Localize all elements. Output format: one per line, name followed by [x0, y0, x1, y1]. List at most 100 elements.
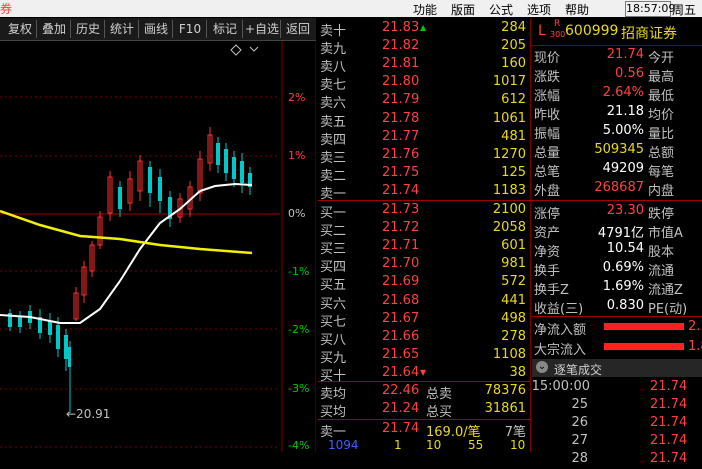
- buy-volume: 441: [501, 292, 526, 308]
- buy-price: 21.69: [382, 274, 420, 290]
- buy-row[interactable]: 买七 21.67 498: [318, 310, 530, 330]
- quote-value: 23.30: [606, 203, 644, 218]
- chevron-down-icon[interactable]: ⌄: [536, 361, 548, 373]
- quote-label-right: 最低: [648, 89, 675, 104]
- sell-row[interactable]: 卖四 21.77 481: [318, 128, 530, 148]
- quote-row: 涨停 23.30 跌停: [532, 202, 702, 222]
- quote-label: 振幅: [534, 127, 561, 142]
- sell-price: 21.74: [382, 182, 420, 198]
- add-watchlist-button[interactable]: +自选: [244, 20, 281, 38]
- buy-price: 21.66: [382, 328, 420, 344]
- chart-canvas: [0, 41, 316, 452]
- quote-label: 资产: [534, 226, 561, 241]
- net-inflow-row: 净流入额 2.1: [534, 319, 702, 338]
- sell-price: 21.80: [382, 74, 420, 90]
- buy-volume: 2100: [492, 202, 526, 217]
- restore-rights-button[interactable]: 复权: [4, 20, 37, 38]
- quote-label: 净资: [534, 245, 561, 260]
- tick-row: 28 21.74: [532, 450, 702, 469]
- quote-value: 0.56: [615, 66, 644, 81]
- quote-value: 10.54: [606, 241, 644, 256]
- sell-row[interactable]: 卖七 21.80 1017: [318, 73, 530, 93]
- quote-row: 总量 509345 总额: [532, 141, 702, 161]
- queue-detail-row: 1094 1 10 55 10: [328, 438, 526, 452]
- sell-price: 21.75: [382, 164, 420, 180]
- price-chart[interactable]: 2% 1% 0% -1% -2% -3% -4% ←20.91: [0, 41, 316, 452]
- buy-row[interactable]: 买二 21.72 2058: [318, 219, 530, 239]
- sell-row[interactable]: 卖五 21.78 1061: [318, 110, 530, 130]
- sell-row[interactable]: 卖九 21.82 205: [318, 37, 530, 57]
- chart-toolbar: 券 复权 叠加 历史 统计 画线 F10 标记 +自选 返回: [0, 2, 316, 41]
- quote-value: 0.830: [606, 298, 644, 313]
- buy-row[interactable]: 买九 21.65 1108: [318, 346, 530, 366]
- pct-label: 1%: [288, 149, 306, 162]
- menu-layout[interactable]: 版面: [451, 1, 475, 18]
- buy-price: 21.71: [382, 238, 420, 254]
- quote-value: 2.64%: [602, 85, 644, 100]
- flag-l: L: [538, 23, 546, 39]
- tick-time: 25: [571, 397, 588, 412]
- sell-row[interactable]: 卖三 21.76 1270: [318, 146, 530, 166]
- back-button[interactable]: 返回: [282, 20, 314, 38]
- buy-volume: 2058: [492, 220, 526, 236]
- buy-row[interactable]: 买十 21.64 38 ▼: [318, 364, 530, 384]
- buy-row[interactable]: 买三 21.71 601: [318, 237, 530, 257]
- statistics-button[interactable]: 统计: [106, 20, 139, 38]
- menu-help[interactable]: 帮助: [565, 1, 589, 18]
- inflow-bar: [604, 343, 684, 350]
- buy-row[interactable]: 买五 21.69 572: [318, 273, 530, 293]
- tick-row: 27 21.74: [532, 432, 702, 451]
- quote-value: 21.18: [606, 104, 644, 119]
- overlay-button[interactable]: 叠加: [38, 20, 71, 38]
- pct-label: -3%: [288, 382, 310, 395]
- buy-row[interactable]: 买四 21.70 981: [318, 255, 530, 275]
- menu-options[interactable]: 选项: [527, 1, 551, 18]
- buy-row[interactable]: 买六 21.68 441: [318, 292, 530, 312]
- buy-volume: 572: [501, 274, 526, 290]
- sell-row[interactable]: 卖六 21.79 612: [318, 91, 530, 111]
- stock-header: L R 300 600999 招商证券: [532, 19, 702, 45]
- quote-row: 外盘 268687 内盘: [532, 179, 702, 199]
- sell-row[interactable]: 卖八 21.81 160: [318, 55, 530, 75]
- buy-volume: 38: [509, 364, 526, 380]
- tick-row: 25 21.74: [532, 396, 702, 415]
- draw-line-button[interactable]: 画线: [140, 20, 173, 38]
- sell-row[interactable]: 卖十 21.83 284 ▲: [318, 19, 530, 39]
- sell-row[interactable]: 卖一 21.74 1183: [318, 182, 530, 202]
- stock-name: 招商证券: [621, 26, 677, 42]
- tick-time: 27: [571, 433, 588, 448]
- quote-label: 总量: [534, 146, 561, 161]
- inflow-bar: [604, 323, 684, 330]
- quote-label-right: 今开: [648, 51, 675, 66]
- mark-button[interactable]: 标记: [208, 20, 243, 38]
- sell-price: 21.81: [382, 56, 420, 72]
- avg-buy-row: 买均 21.24 总买 31861: [320, 401, 526, 420]
- buy-price: 21.68: [382, 292, 420, 308]
- buy-volume: 981: [501, 256, 526, 272]
- ticks-header[interactable]: ⌄ 逐笔成交: [532, 359, 702, 377]
- tick-time: 15:00:00: [531, 379, 590, 394]
- buy-row[interactable]: 买八 21.66 278: [318, 328, 530, 348]
- tick-row: 15:00:00 21.74: [532, 378, 702, 397]
- history-button[interactable]: 历史: [72, 20, 105, 38]
- buy-price: 21.73: [382, 202, 420, 217]
- tick-price: 21.74: [650, 397, 688, 412]
- quote-label-right: 内盘: [648, 184, 675, 199]
- menu-formula[interactable]: 公式: [489, 1, 513, 18]
- sell-volume: 205: [501, 38, 526, 54]
- buy-row[interactable]: 买一 21.73 2100: [318, 201, 530, 221]
- quote-label: 换手: [534, 264, 561, 279]
- f10-button[interactable]: F10: [174, 20, 207, 38]
- quote-label-right: 每笔: [648, 165, 675, 180]
- sell-volume: 125: [501, 164, 526, 180]
- quote-row: 涨跌 0.56 最高: [532, 65, 702, 85]
- quote-label-right: 流通Z: [648, 283, 683, 298]
- quote-label-right: 股本: [648, 245, 675, 260]
- sell-volume: 284: [501, 20, 526, 35]
- tick-price: 21.74: [650, 451, 688, 466]
- chevron-down-icon: [249, 46, 259, 52]
- sell-row[interactable]: 卖二 21.75 125: [318, 164, 530, 184]
- sell-price: 21.79: [382, 92, 420, 108]
- pct-label: -4%: [288, 439, 310, 452]
- menu-function[interactable]: 功能: [413, 1, 437, 18]
